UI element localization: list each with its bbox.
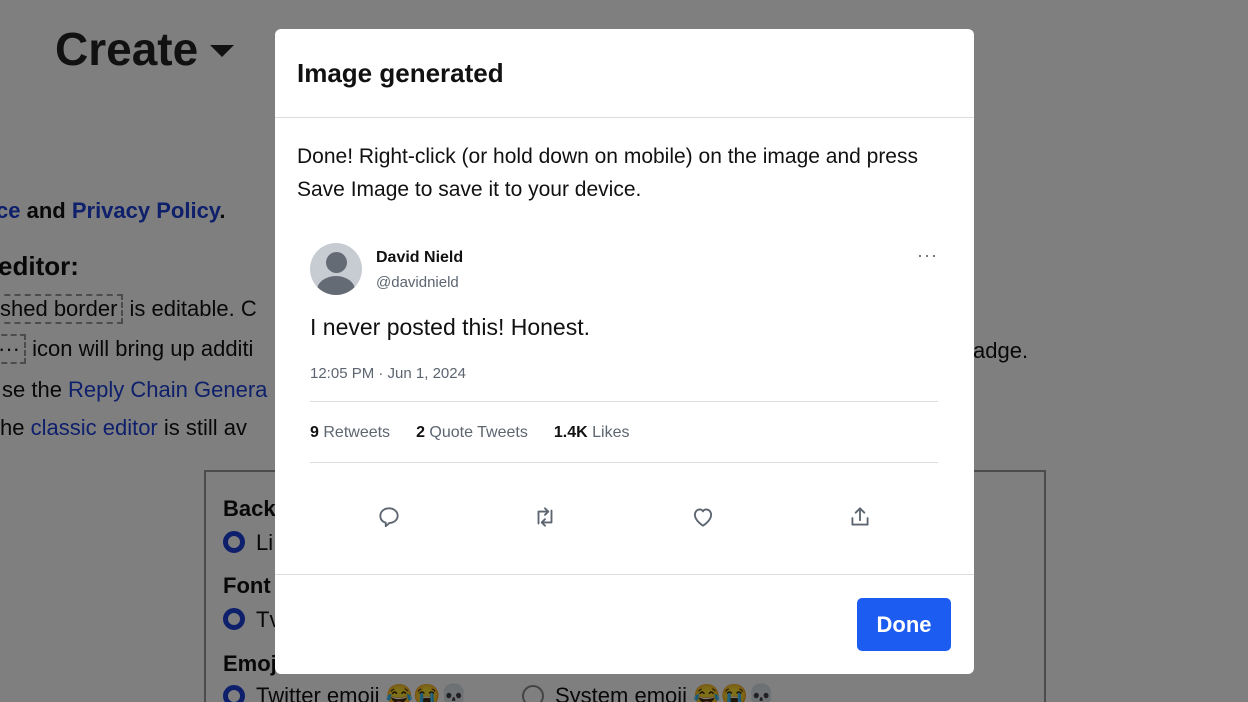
tweet-actions	[310, 504, 938, 534]
quote-tweets-stat: 2 Quote Tweets	[416, 424, 528, 441]
like-icon	[693, 508, 713, 527]
tweet-timestamp: 12:05 PM · Jun 1, 2024	[310, 365, 466, 382]
divider	[310, 401, 938, 402]
dialog-message: Done! Right-click (or hold down on mobil…	[297, 145, 918, 201]
tweet-stats: 9 Retweets 2 Quote Tweets 1.4K Likes	[310, 424, 629, 442]
tweet-author-handle: @davidnield	[376, 274, 459, 291]
reply-icon	[379, 507, 399, 528]
dialog-header: Image generated	[275, 29, 974, 118]
likes-stat: 1.4K Likes	[553, 424, 630, 441]
avatar	[310, 243, 362, 295]
done-button[interactable]: Done	[857, 598, 951, 651]
tweet-text: I never posted this! Honest.	[310, 314, 590, 340]
share-icon	[851, 507, 869, 526]
retweet-icon	[537, 507, 553, 527]
retweets-stat: 9 Retweets	[310, 424, 391, 441]
more-options-icon: ···	[917, 245, 938, 265]
divider	[310, 462, 938, 463]
tweet-author-name: David Nield	[376, 249, 464, 266]
image-generated-dialog: Image generated Done! Right-click (or ho…	[275, 29, 974, 674]
dialog-footer: Done	[275, 574, 974, 674]
dialog-title: Image generated	[297, 57, 504, 88]
